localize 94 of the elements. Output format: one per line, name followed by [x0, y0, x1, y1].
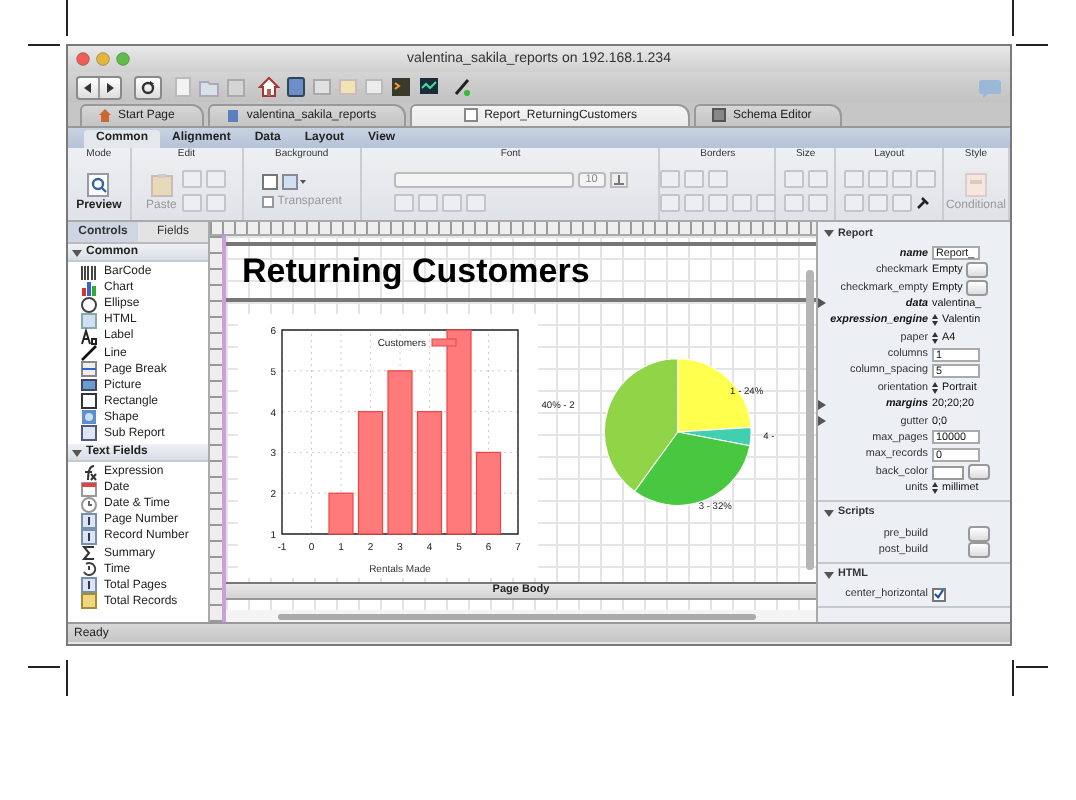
barcode-icon: [80, 263, 98, 282]
ellipsis-button[interactable]: [968, 542, 990, 559]
table-icon: [364, 76, 384, 98]
format-button[interactable]: [915, 170, 936, 188]
number-field-icon: [80, 511, 98, 530]
ellipsis-button[interactable]: [968, 525, 990, 542]
time-icon: [80, 560, 98, 579]
font-name-field[interactable]: [393, 171, 574, 187]
monitor-icon: [418, 76, 440, 98]
number-field-icon: [80, 576, 98, 595]
checkbox[interactable]: [932, 587, 946, 602]
database-icon: [286, 76, 306, 98]
label-icon: [80, 327, 98, 346]
crop-mark-icon: [28, 0, 72, 52]
speech-bubble-icon[interactable]: [978, 77, 1002, 97]
format-button[interactable]: [867, 194, 888, 212]
color-well[interactable]: [932, 465, 964, 480]
format-button[interactable]: [755, 194, 776, 212]
bar-chart-icon: [80, 279, 98, 298]
magnifier-page-icon: [86, 171, 111, 197]
pin-icon: [915, 196, 930, 210]
document-icon: [174, 76, 192, 98]
disclosure-triangle-icon: [818, 298, 826, 309]
format-button[interactable]: [867, 170, 888, 188]
format-button[interactable]: [659, 170, 680, 188]
format-button[interactable]: [393, 193, 414, 211]
square-icon: [261, 174, 278, 190]
ellipsis-button[interactable]: [968, 464, 990, 481]
format-button[interactable]: [465, 193, 486, 211]
format-button[interactable]: [891, 194, 912, 212]
format-button[interactable]: [783, 170, 804, 188]
calendar-icon: [80, 479, 98, 498]
page-icon: [464, 108, 479, 124]
format-button[interactable]: [707, 194, 728, 212]
format-button[interactable]: [683, 194, 704, 212]
format-button[interactable]: [843, 170, 864, 188]
ellipsis-button[interactable]: [966, 262, 989, 279]
popup-arrows-icon: [932, 331, 938, 344]
clock-icon: [80, 495, 98, 514]
clipboard-icon: [149, 171, 174, 197]
html-icon: [80, 311, 98, 330]
vertical-scrollbar[interactable]: [806, 270, 814, 570]
format-button[interactable]: [807, 170, 828, 188]
horizontal-scrollbar[interactable]: [278, 613, 756, 619]
sigma-icon: [80, 544, 98, 563]
pen-icon: [452, 76, 472, 98]
line-icon: [80, 344, 98, 363]
ellipsis-button[interactable]: [966, 279, 989, 296]
sub-report-icon: [80, 424, 98, 443]
shape-icon: [80, 408, 98, 427]
conditional-format-icon: [963, 171, 988, 197]
schema-icon: [712, 108, 727, 124]
circle-icon: [80, 295, 98, 314]
minimize-icon[interactable]: [96, 52, 110, 66]
format-button[interactable]: [182, 194, 203, 212]
save-icon: [226, 77, 246, 97]
text-color-icon: [609, 171, 628, 187]
format-button[interactable]: [783, 194, 804, 212]
format-button[interactable]: [891, 170, 912, 188]
format-button[interactable]: [843, 194, 864, 212]
popup-arrows-icon: [932, 314, 938, 327]
format-button[interactable]: [683, 170, 704, 188]
format-button[interactable]: [182, 170, 203, 188]
popup-arrows-icon: [932, 381, 938, 394]
home-icon: [258, 76, 280, 98]
format-button[interactable]: [731, 194, 752, 212]
page-break-icon: [80, 360, 98, 379]
format-button[interactable]: [707, 170, 728, 188]
checkmark-icon: [934, 588, 944, 601]
number-field-icon: [80, 527, 98, 546]
format-button[interactable]: [441, 193, 462, 211]
back-forward-buttons[interactable]: [76, 75, 122, 99]
format-button[interactable]: [206, 170, 227, 188]
format-button[interactable]: [659, 194, 680, 212]
database-icon: [226, 108, 241, 124]
popup-arrows-icon: [932, 482, 938, 495]
records-icon: [80, 592, 98, 611]
function-icon: [80, 463, 98, 482]
picture-icon: [80, 376, 98, 395]
rectangle-icon: [80, 392, 98, 411]
close-icon[interactable]: [76, 52, 90, 66]
report-icon: [312, 76, 332, 98]
fill-color-icon: [281, 174, 306, 190]
folder-icon: [338, 76, 358, 98]
home-icon: [98, 108, 112, 124]
format-button[interactable]: [417, 193, 438, 211]
format-button[interactable]: [807, 194, 828, 212]
refresh-button[interactable]: [134, 75, 162, 99]
refresh-icon: [136, 77, 160, 97]
terminal-icon: [390, 76, 412, 98]
zoom-icon[interactable]: [116, 52, 130, 66]
format-button[interactable]: [206, 194, 227, 212]
folder-icon: [198, 76, 220, 98]
report-title: Returning Customers: [226, 242, 816, 302]
